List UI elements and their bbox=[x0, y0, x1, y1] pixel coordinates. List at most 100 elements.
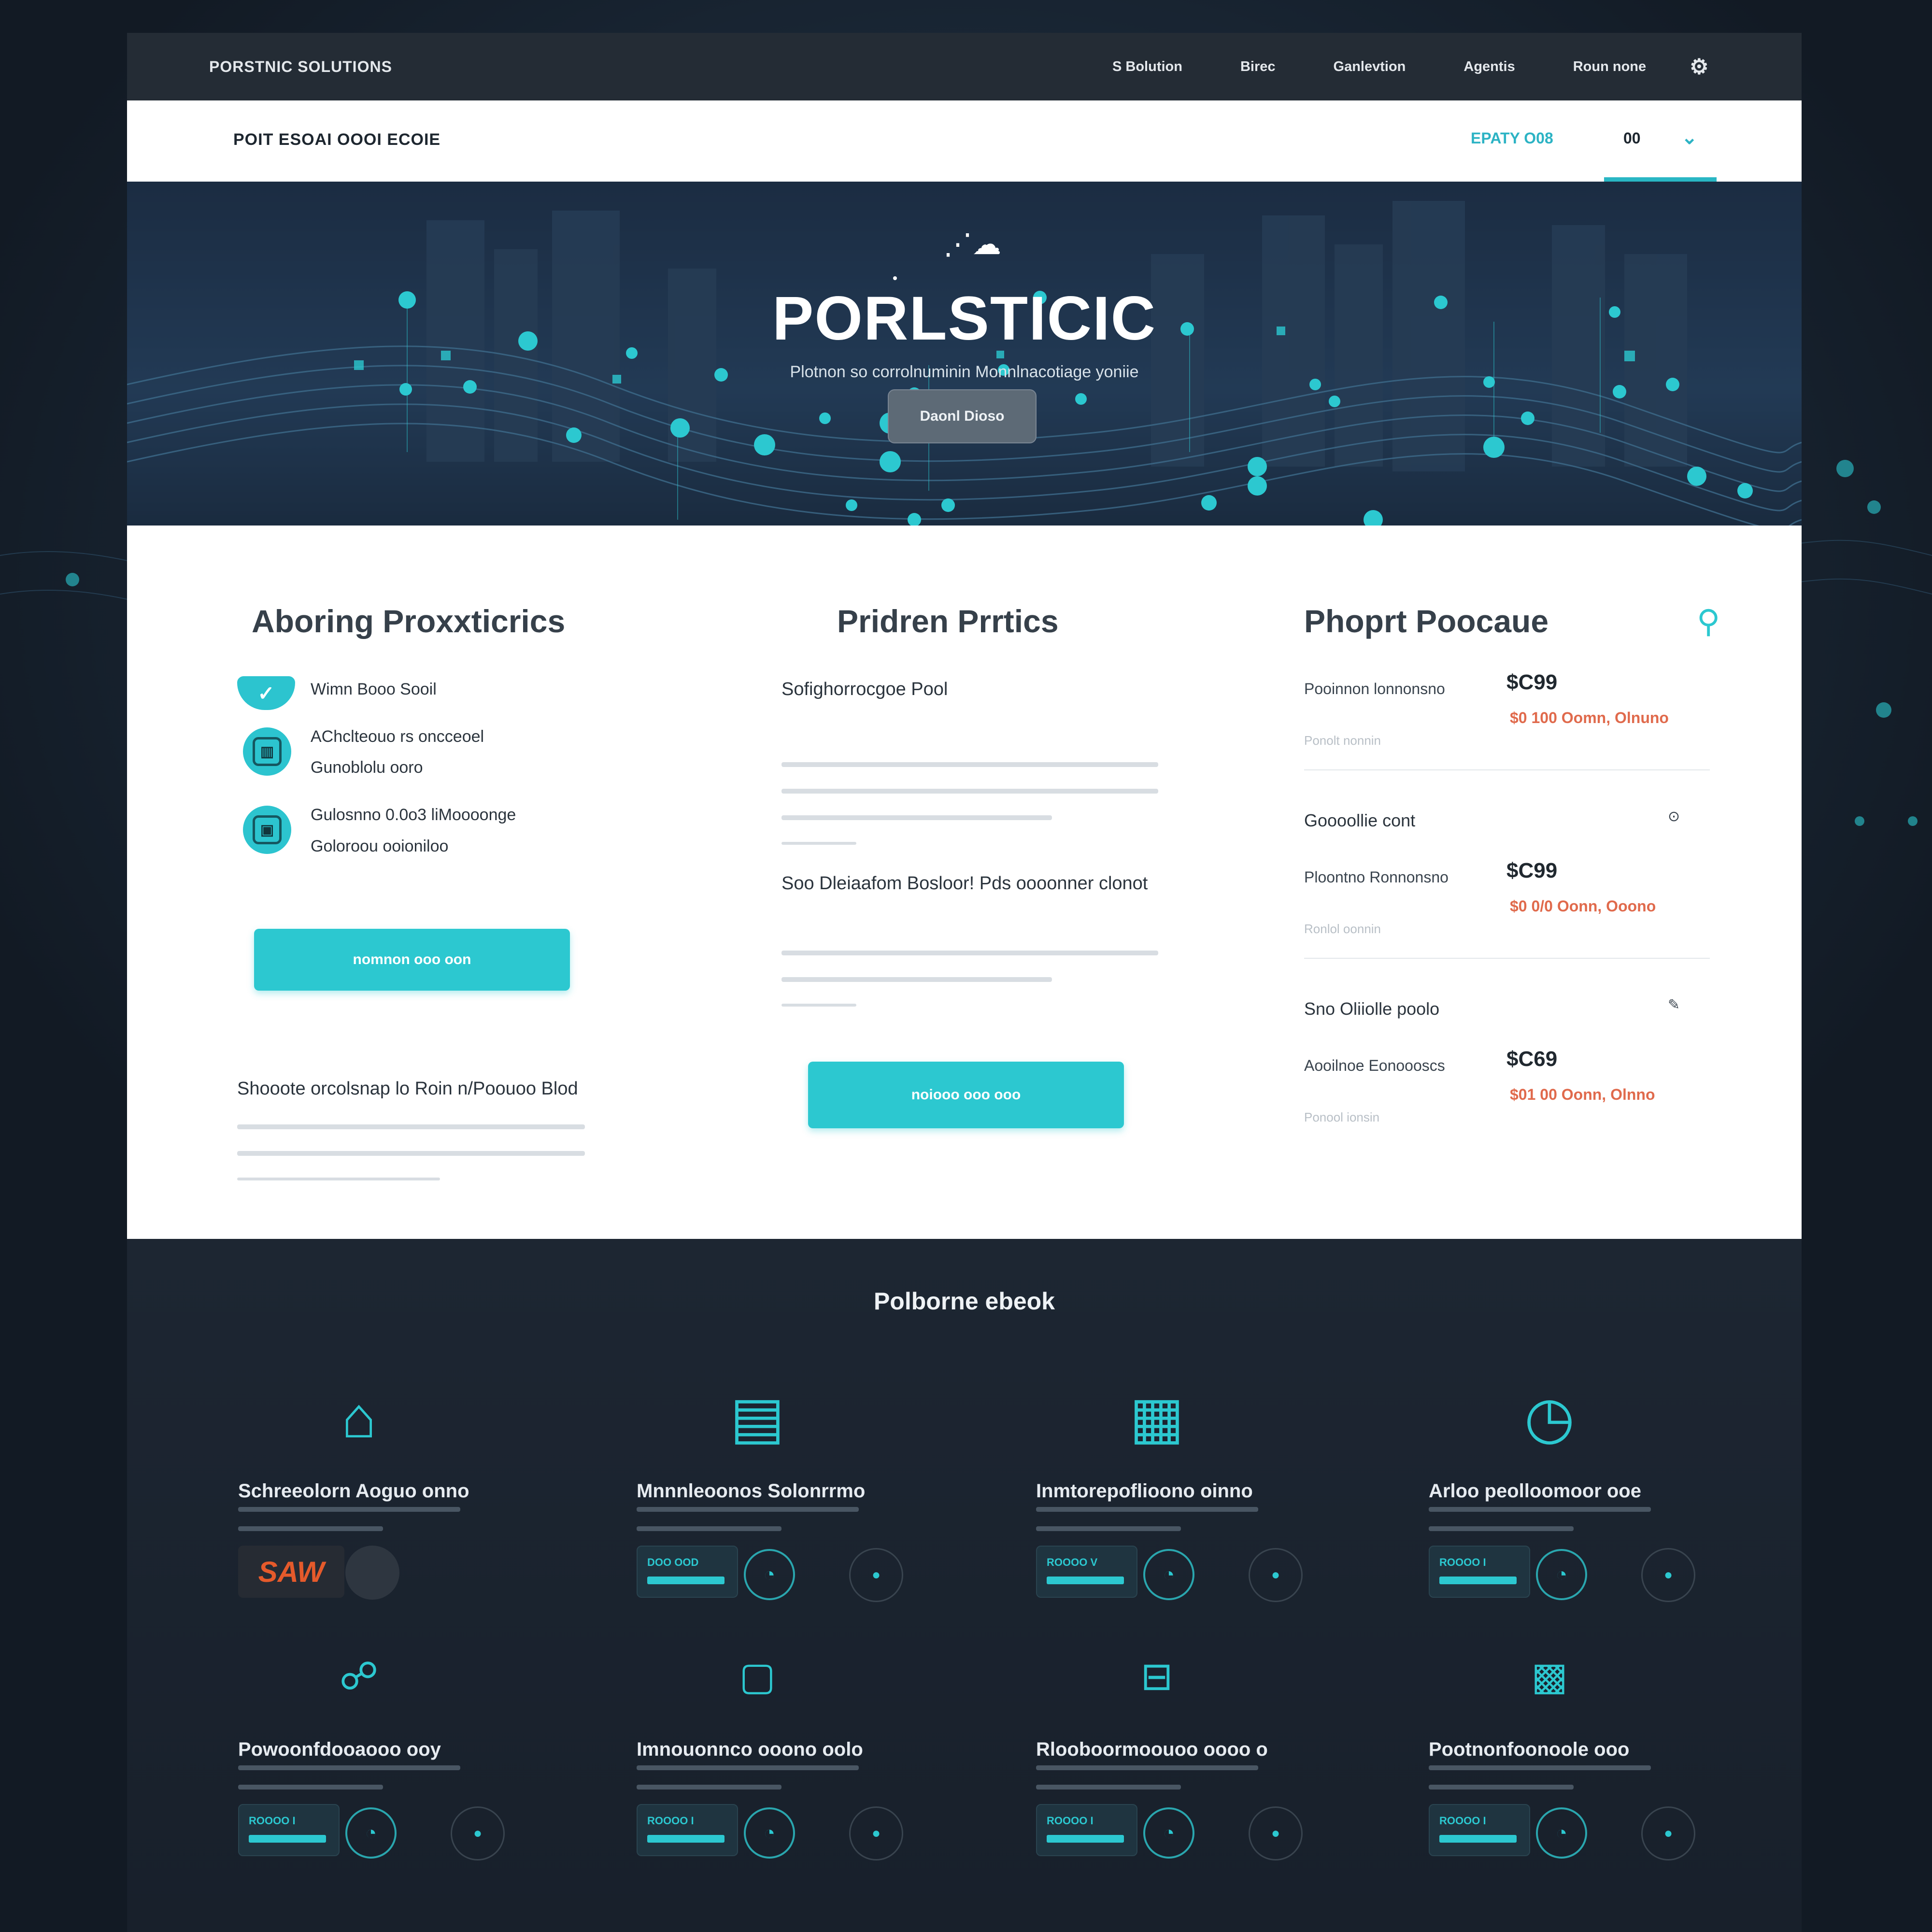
panel-icon: ⊟ bbox=[1140, 1654, 1173, 1698]
terminal-icon: ▤ bbox=[730, 1385, 785, 1450]
chip-label: ROOOO I bbox=[249, 1815, 296, 1827]
action-button[interactable]: ● bbox=[849, 1806, 903, 1861]
page-frame: PORSTNIC SOLUTIONS S Bolution Birec Ganl… bbox=[127, 33, 1802, 1932]
feature-card[interactable]: ▤ Mnnnleoonos Solonrrmo DOO OOD ◔ ● bbox=[637, 1369, 907, 1620]
action-button[interactable]: ● bbox=[849, 1548, 903, 1602]
feature-card[interactable]: ▩ Pootnonfoonoole ooo ROOOO I ◔ ● bbox=[1429, 1628, 1699, 1879]
status-chip[interactable]: DOO OOD bbox=[637, 1546, 738, 1598]
grid-icon: ▩ bbox=[1531, 1654, 1568, 1698]
action-button[interactable]: ● bbox=[1249, 1548, 1303, 1602]
home-icon: ⌂ bbox=[341, 1385, 377, 1450]
divider bbox=[1304, 958, 1710, 959]
price-label: Aooilnoe Eonoooscs bbox=[1304, 1057, 1445, 1074]
nav-item-ganlevtion[interactable]: Ganlevtion bbox=[1334, 59, 1406, 75]
nav-item-agentis[interactable]: Agentis bbox=[1463, 59, 1515, 75]
link-icon: ☍ bbox=[339, 1654, 379, 1698]
chip-label: ROOOO I bbox=[647, 1815, 694, 1827]
gauge-icon: ◔ bbox=[345, 1807, 397, 1859]
chip-bar bbox=[1047, 1835, 1124, 1843]
edit-icon[interactable]: ✎ bbox=[1668, 996, 1680, 1013]
features-section: Aboring Proxxticrics ✓ Wimn Booo Sooil ▥… bbox=[127, 526, 1802, 1239]
check-icon: ✓ bbox=[237, 676, 295, 710]
gauge-icon: ◔ bbox=[1536, 1807, 1587, 1859]
divider bbox=[1304, 769, 1710, 770]
sub-header: POIT ESOAI OOOI ECOIE EPATY O08 00 ⌄ bbox=[127, 100, 1802, 182]
card-title: Schreeolorn Aoguo onno bbox=[238, 1480, 469, 1502]
text-placeholder bbox=[1429, 1526, 1574, 1531]
text-placeholder bbox=[781, 1004, 856, 1007]
tab-active[interactable]: 00 ⌄ bbox=[1604, 127, 1717, 182]
feature-card[interactable]: ▢ Imnouonnco ooono oolo ROOOO I ◔ ● bbox=[637, 1628, 907, 1879]
chip-bar bbox=[249, 1835, 326, 1843]
text-placeholder bbox=[1036, 1765, 1258, 1770]
column-heading: Phoprt Poocaue bbox=[1304, 603, 1549, 639]
feature-card[interactable]: ◷ Arloo peolloomoor ooe ROOOO I ◔ ● bbox=[1429, 1369, 1699, 1620]
gauge-icon: ◔ bbox=[1143, 1549, 1194, 1600]
column-heading: Pridren Prrtics bbox=[837, 603, 1059, 639]
feature-card[interactable]: ⌂ Schreeolorn Aoguo onno SAW bbox=[238, 1369, 509, 1620]
gauge-icon: ◔ bbox=[744, 1807, 795, 1859]
nav-item-solution[interactable]: S Bolution bbox=[1112, 59, 1182, 75]
column-heading: Aboring Proxxticrics bbox=[252, 603, 566, 639]
status-chip[interactable]: ROOOO I bbox=[238, 1804, 340, 1856]
status-chip[interactable]: ROOOO I bbox=[637, 1804, 738, 1856]
signature-badge: SAW bbox=[238, 1546, 344, 1598]
text-placeholder bbox=[637, 1785, 781, 1790]
feature-card[interactable]: ☍ Powoonfdooaooo ooy ROOOO I ◔ ● bbox=[238, 1628, 509, 1879]
hero-banner: ⋰☁ PORLSTICIC Plotnon so corrolnuminin M… bbox=[127, 182, 1802, 526]
price-value: $C99 bbox=[1506, 670, 1558, 694]
card-title: Imnouonnco ooono oolo bbox=[637, 1739, 863, 1760]
feature-card[interactable]: ▦ Inmtorepoflioono oinno ROOOO V ◔ ● bbox=[1036, 1369, 1307, 1620]
chip-bar bbox=[1047, 1577, 1124, 1584]
price-value: $C99 bbox=[1506, 859, 1558, 882]
action-button[interactable]: ● bbox=[1641, 1548, 1695, 1602]
brand-logo[interactable]: PORSTNIC SOLUTIONS bbox=[209, 58, 392, 76]
primary-button[interactable]: nomnon ooo oon bbox=[254, 929, 570, 991]
text-placeholder bbox=[238, 1507, 460, 1512]
text-placeholder bbox=[1429, 1765, 1651, 1770]
chip-label: ROOOO I bbox=[1439, 1556, 1486, 1568]
status-chip[interactable]: ROOOO I bbox=[1036, 1804, 1137, 1856]
info-icon[interactable]: ⊙ bbox=[1668, 808, 1680, 825]
text-placeholder bbox=[781, 977, 1052, 982]
text-placeholder bbox=[1036, 1507, 1258, 1512]
column-subheading: Shooote orcolsnap lo Roin n/Poouoo Blod bbox=[237, 1079, 578, 1099]
settings-icon[interactable]: ⚙ bbox=[1690, 55, 1708, 79]
text-placeholder bbox=[237, 1124, 585, 1129]
feature-line: Goloroou ooioniloo bbox=[311, 837, 449, 855]
chip-bar bbox=[647, 1577, 724, 1584]
text-placeholder bbox=[637, 1507, 859, 1512]
secondary-button[interactable]: noiooo ooo ooo bbox=[808, 1062, 1124, 1128]
block-heading: Soo Dleiaafom Bosloor! Pds oooonner clon… bbox=[781, 873, 1148, 894]
text-placeholder bbox=[238, 1526, 383, 1531]
price-note: Ponool ionsin bbox=[1304, 1110, 1380, 1124]
text-placeholder bbox=[237, 1178, 440, 1180]
card-title: Inmtorepoflioono oinno bbox=[1036, 1480, 1253, 1502]
lower-section: Polborne ebeok ⌂ Schreeolorn Aoguo onno SA… bbox=[127, 1239, 1802, 1932]
status-chip[interactable]: ROOOO I bbox=[1429, 1804, 1530, 1856]
action-button[interactable]: ● bbox=[1249, 1806, 1303, 1861]
top-navbar: PORSTNIC SOLUTIONS S Bolution Birec Ganl… bbox=[127, 33, 1802, 100]
price-note: Ronlol oonnin bbox=[1304, 922, 1381, 936]
subnav-link[interactable]: EPATY O08 bbox=[1471, 129, 1553, 147]
breadcrumb: POIT ESOAI OOOI ECOIE bbox=[233, 130, 441, 149]
section-title: Polborne ebeok bbox=[873, 1288, 1055, 1315]
nav-item-birec[interactable]: Birec bbox=[1240, 59, 1276, 75]
gauge-icon: ◔ bbox=[1143, 1807, 1194, 1859]
status-chip[interactable]: ROOOO I bbox=[1429, 1546, 1530, 1598]
feature-card[interactable]: ⊟ Rlooboormoouoo oooo o ROOOO I ◔ ● bbox=[1036, 1628, 1307, 1879]
nav-item-roun[interactable]: Roun none bbox=[1573, 59, 1646, 75]
action-button[interactable]: ● bbox=[451, 1806, 505, 1861]
feature-line: Gulosnno 0.0o3 liMoooonge bbox=[311, 806, 516, 824]
action-button[interactable]: ● bbox=[1641, 1806, 1695, 1861]
gauge-icon: ◔ bbox=[744, 1549, 795, 1600]
card-title: Mnnnleoonos Solonrrmo bbox=[637, 1480, 866, 1502]
card-title: Powoonfdooaooo ooy bbox=[238, 1739, 441, 1760]
status-chip[interactable]: ROOOO V bbox=[1036, 1546, 1137, 1598]
price-label: Ploontno Ronnonsno bbox=[1304, 868, 1449, 886]
text-placeholder bbox=[637, 1765, 859, 1770]
hero-cta-button[interactable]: Daonl Dioso bbox=[888, 389, 1037, 443]
price-label: Pooinnon lonnonsno bbox=[1304, 680, 1445, 697]
map-pin-icon: ⚲ bbox=[1697, 603, 1720, 639]
card-title: Arloo peolloomoor ooe bbox=[1429, 1480, 1641, 1502]
